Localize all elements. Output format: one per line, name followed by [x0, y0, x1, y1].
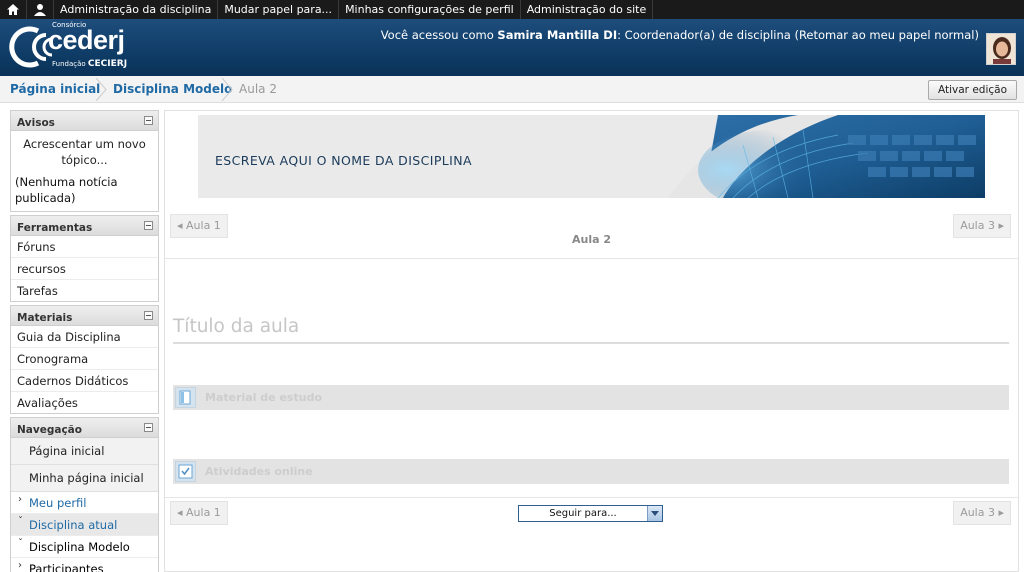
checklist-icon [175, 461, 196, 482]
tool-resources[interactable]: recursos [11, 258, 158, 280]
divider [173, 342, 1009, 344]
breadcrumb-course[interactable]: Disciplina Modelo [113, 76, 232, 103]
nav-home[interactable]: Página inicial [11, 438, 158, 465]
block-ferramentas-title: Ferramentas [17, 222, 93, 234]
online-activities-label: Atividades online [205, 465, 313, 478]
collapse-icon[interactable] [144, 423, 153, 432]
lesson-title: Título da aula [173, 316, 300, 337]
breadcrumb-separator-icon [221, 78, 233, 101]
breadcrumb: Página inicial Disciplina Modelo Aula 2 … [0, 76, 1024, 103]
jump-to-value: Seguir para... [549, 508, 617, 519]
material-schedule[interactable]: Cronograma [11, 348, 158, 370]
add-topic-link[interactable]: Acrescentar um novo tópico... [11, 131, 158, 172]
nav-my-profile[interactable]: › Meu perfil [11, 492, 158, 514]
left-sidebar: Avisos Acrescentar um novo tópico... (Ne… [10, 110, 159, 572]
next-section-button-bottom[interactable]: Aula 3 ▸ [953, 501, 1011, 525]
topbar-switch-role[interactable]: Mudar papel para... [218, 0, 340, 19]
user-icon[interactable] [27, 0, 54, 19]
return-role-link[interactable]: : Coordenador(a) de disciplina (Retomar … [617, 28, 979, 42]
tool-assignments[interactable]: Tarefas [11, 280, 158, 301]
section-title: Aula 2 [571, 233, 612, 246]
block-avisos: Avisos Acrescentar um novo tópico... (Ne… [10, 110, 159, 212]
page-header: Consórcio cederj Fundação CECIERJ Você a… [0, 19, 1024, 76]
block-avisos-title: Avisos [17, 117, 55, 129]
material-guide[interactable]: Guia da Disciplina [11, 326, 158, 348]
block-navegacao: Navegação Página inicial Minha página in… [10, 417, 159, 572]
login-info: Você acessou como Samira Mantilla DI: Co… [380, 28, 979, 42]
block-materiais: Materiais Guia da Disciplina Cronograma … [10, 305, 159, 414]
no-news-text: (Nenhuma notícia publicada) [15, 175, 118, 205]
nav-my-home[interactable]: Minha página inicial [11, 465, 158, 492]
block-navegacao-title: Navegação [17, 424, 82, 436]
top-admin-bar: Administração da disciplina Mudar papel … [0, 0, 1024, 19]
chevron-right-icon: › [18, 560, 22, 571]
online-activities-bar[interactable]: Atividades online [173, 459, 1009, 484]
divider [165, 258, 1018, 259]
material-notebooks[interactable]: Cadernos Didáticos [11, 370, 158, 392]
banner-course-name: ESCREVA AQUI O NOME DA DISCIPLINA [215, 153, 472, 168]
breadcrumb-separator-icon [95, 78, 107, 101]
nav-course-modelo[interactable]: ˇ Disciplina Modelo [11, 536, 158, 558]
collapse-icon[interactable] [144, 221, 153, 230]
nav-participants[interactable]: › Participantes [11, 558, 158, 572]
chevron-right-icon: › [18, 494, 22, 505]
chevron-down-icon: ˇ [18, 538, 23, 549]
collapse-icon[interactable] [144, 311, 153, 320]
jump-to-select[interactable]: Seguir para... [518, 505, 663, 522]
nav-current-course[interactable]: ˇ Disciplina atual [11, 514, 158, 536]
divider [165, 497, 1018, 498]
turn-editing-on-button[interactable]: Ativar edição [927, 80, 1017, 100]
user-name-link[interactable]: Samira Mantilla DI [497, 28, 617, 42]
chevron-down-icon: ˇ [18, 516, 23, 527]
chevron-down-icon [647, 506, 662, 521]
topbar-site-admin[interactable]: Administração do site [521, 0, 654, 19]
block-ferramentas: Ferramentas Fóruns recursos Tarefas [10, 215, 159, 302]
home-icon[interactable] [0, 0, 27, 19]
collapse-icon[interactable] [144, 116, 153, 125]
study-material-label: Material de estudo [205, 391, 322, 404]
topbar-course-admin[interactable]: Administração da disciplina [54, 0, 219, 19]
cederj-logo[interactable]: Consórcio cederj Fundação CECIERJ [2, 21, 142, 73]
book-icon [175, 387, 196, 408]
avatar[interactable] [986, 33, 1016, 65]
logo-cederj-text: cederj [48, 25, 125, 55]
logo-fundacao: Fundação CECIERJ [52, 59, 128, 69]
material-assessments[interactable]: Avaliações [11, 392, 158, 413]
topbar-profile-settings[interactable]: Minhas configurações de perfil [339, 0, 521, 19]
study-material-bar[interactable]: Material de estudo [173, 385, 1009, 410]
breadcrumb-home[interactable]: Página inicial [10, 76, 100, 103]
prev-section-button-bottom[interactable]: ◂ Aula 1 [170, 501, 228, 525]
tool-forums[interactable]: Fóruns [11, 236, 158, 258]
course-content: ESCREVA AQUI O NOME DA DISCIPLINA ◂ Aula… [164, 110, 1019, 572]
block-materiais-title: Materiais [17, 312, 73, 324]
course-banner: ESCREVA AQUI O NOME DA DISCIPLINA [198, 115, 985, 198]
breadcrumb-current: Aula 2 [239, 82, 277, 96]
